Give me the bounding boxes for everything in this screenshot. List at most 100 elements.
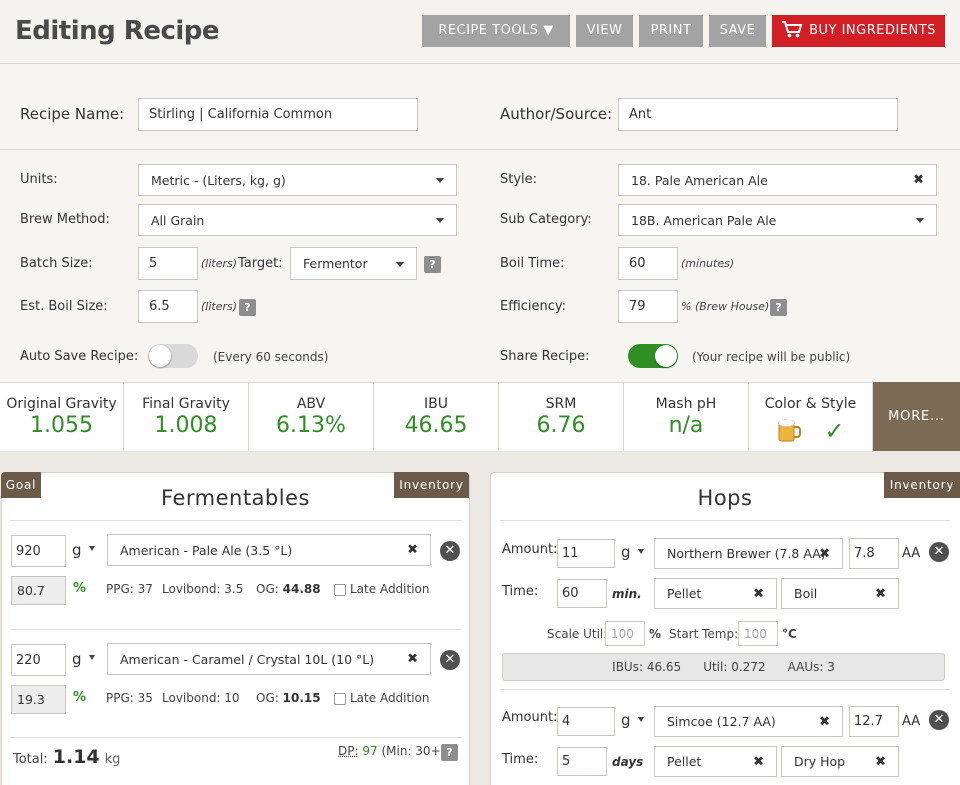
buy-ingredients-button[interactable]: BUY INGREDIENTS: [772, 15, 945, 47]
fermentable-name: American - Caramel / Crystal 10L (10 °L): [120, 651, 375, 667]
boil-time-input[interactable]: 60: [618, 247, 678, 280]
hop-variety-select[interactable]: Simcoe (12.7 AA) ✖: [654, 706, 843, 737]
stat-srm: SRM 6.76: [499, 382, 624, 451]
auto-save-toggle[interactable]: [148, 344, 198, 368]
recipe-name-input[interactable]: Stirling | California Common: [138, 98, 418, 131]
hop-ibu-summary: IBUs: 46.65 Util: 0.272 AAUs: 3: [502, 653, 945, 681]
hop-aa-input[interactable]: 12.7: [849, 706, 899, 737]
hop-form-value: Pellet: [667, 586, 702, 601]
hop-aa-input[interactable]: 7.8: [849, 538, 899, 569]
percent-sign: %: [73, 690, 87, 705]
percent-sign: %: [73, 581, 87, 596]
hop-amount-input[interactable]: 4: [557, 707, 615, 736]
stat-value: 6.76: [536, 413, 586, 438]
boil-size-input[interactable]: 6.5: [138, 290, 198, 323]
clear-icon[interactable]: ✖: [913, 173, 924, 188]
remove-hop-icon[interactable]: ✕: [929, 710, 949, 730]
hop-name: Simcoe (12.7 AA): [667, 714, 776, 729]
hop-use-select[interactable]: Dry Hop ✖: [781, 746, 899, 777]
share-toggle[interactable]: [628, 344, 678, 368]
clear-icon[interactable]: ✖: [875, 754, 886, 769]
fermentable-percent[interactable]: 80.7: [11, 576, 66, 605]
section-divider: [10, 737, 462, 738]
og-label: OG:: [256, 582, 279, 596]
beer-mug-icon: [778, 418, 802, 442]
dp-min: (Min: 30+): [381, 744, 446, 758]
view-button[interactable]: VIEW: [576, 15, 633, 47]
clear-icon[interactable]: ✖: [819, 714, 830, 729]
section-divider: [10, 520, 462, 521]
hop-variety-select[interactable]: Northern Brewer (7.8 AA) ✖: [654, 538, 843, 569]
section-divider: [500, 520, 950, 521]
clear-icon[interactable]: ✖: [407, 652, 418, 667]
auto-save-label: Auto Save Recipe:: [20, 349, 139, 364]
clear-icon[interactable]: ✖: [407, 543, 418, 558]
brew-method-select[interactable]: All Grain: [138, 204, 457, 236]
print-button[interactable]: PRINT: [639, 15, 703, 47]
scale-util-input[interactable]: 100: [605, 621, 645, 646]
hop-time-input[interactable]: 60: [557, 579, 607, 608]
batch-size-input[interactable]: 5: [138, 247, 198, 280]
units-select[interactable]: Metric - (Liters, kg, g): [138, 164, 457, 196]
hops-title: Hops: [697, 486, 753, 510]
clear-icon[interactable]: ✖: [753, 754, 764, 769]
hop-time-label: Time:: [502, 752, 539, 767]
chevron-down-icon[interactable]: [638, 549, 644, 554]
hop-use-value: Boil: [794, 586, 818, 601]
style-value: 18. Pale American Ale: [631, 172, 768, 188]
clear-icon[interactable]: ✖: [819, 546, 830, 561]
fermentable-amount-input[interactable]: 220: [11, 644, 66, 676]
hop-amount-input[interactable]: 11: [557, 539, 615, 568]
chevron-down-icon[interactable]: [89, 655, 95, 660]
clear-icon[interactable]: ✖: [875, 586, 886, 601]
remove-fermentable-icon[interactable]: ✕: [440, 541, 460, 561]
hop-time-input[interactable]: 5: [557, 747, 607, 776]
help-icon[interactable]: ?: [441, 744, 458, 761]
stat-color-style: Color & Style ✓: [749, 382, 873, 451]
save-button[interactable]: SAVE: [709, 15, 766, 47]
help-icon[interactable]: ?: [239, 299, 256, 316]
clear-icon[interactable]: ✖: [753, 586, 764, 601]
help-icon[interactable]: ?: [770, 299, 787, 316]
efficiency-unit: % (Brew House): [681, 300, 770, 313]
share-label: Share Recipe:: [500, 349, 590, 364]
hop-amount-label: Amount:: [502, 542, 558, 557]
stat-value: n/a: [668, 413, 704, 438]
hop-use-select[interactable]: Boil ✖: [781, 578, 899, 609]
sub-category-select[interactable]: 18B. American Pale Ale: [618, 204, 937, 236]
start-temp-input[interactable]: 100: [738, 621, 778, 646]
remove-fermentable-icon[interactable]: ✕: [440, 650, 460, 670]
hop-form-value: Pellet: [667, 754, 702, 769]
chevron-down-icon[interactable]: [638, 717, 644, 722]
start-temp-unit: °C: [782, 627, 797, 641]
batch-size-label: Batch Size:: [20, 256, 93, 271]
hop-use-value: Dry Hop: [794, 754, 846, 769]
fermentable-percent[interactable]: 19.3: [11, 685, 66, 714]
fermentable-select[interactable]: American - Pale Ale (3.5 °L) ✖: [107, 534, 431, 566]
chevron-down-icon[interactable]: [89, 546, 95, 551]
hop-form-select[interactable]: Pellet ✖: [654, 746, 777, 777]
style-select[interactable]: 18. Pale American Ale ✖: [618, 164, 937, 196]
stat-label: Original Gravity: [6, 396, 117, 412]
brew-method-label: Brew Method:: [20, 212, 110, 227]
recipe-tools-button[interactable]: RECIPE TOOLS ▼: [422, 15, 570, 47]
stat-label: ABV: [296, 396, 326, 412]
target-value: Fermentor: [303, 256, 368, 271]
fermentable-unit: g: [72, 541, 82, 559]
target-select[interactable]: Fermentor: [290, 247, 417, 280]
cart-icon: [782, 21, 803, 38]
late-addition-checkbox[interactable]: [334, 584, 346, 596]
fermentable-og: OG: 10.15: [256, 691, 321, 705]
fermentable-select[interactable]: American - Caramel / Crystal 10L (10 °L)…: [107, 643, 431, 675]
author-input[interactable]: Ant: [618, 98, 898, 131]
more-stats-button[interactable]: MORE...: [873, 382, 960, 451]
hop-unit: g: [621, 543, 631, 561]
fermentable-amount-input[interactable]: 920: [11, 535, 66, 567]
hop-form-select[interactable]: Pellet ✖: [654, 578, 777, 609]
efficiency-label: Efficiency:: [500, 299, 567, 314]
remove-hop-icon[interactable]: ✕: [929, 542, 949, 562]
fermentable-lovibond: Lovibond: 10: [162, 691, 240, 705]
efficiency-input[interactable]: 79: [618, 290, 678, 323]
late-addition-checkbox[interactable]: [334, 693, 346, 705]
help-icon[interactable]: ?: [424, 256, 441, 273]
